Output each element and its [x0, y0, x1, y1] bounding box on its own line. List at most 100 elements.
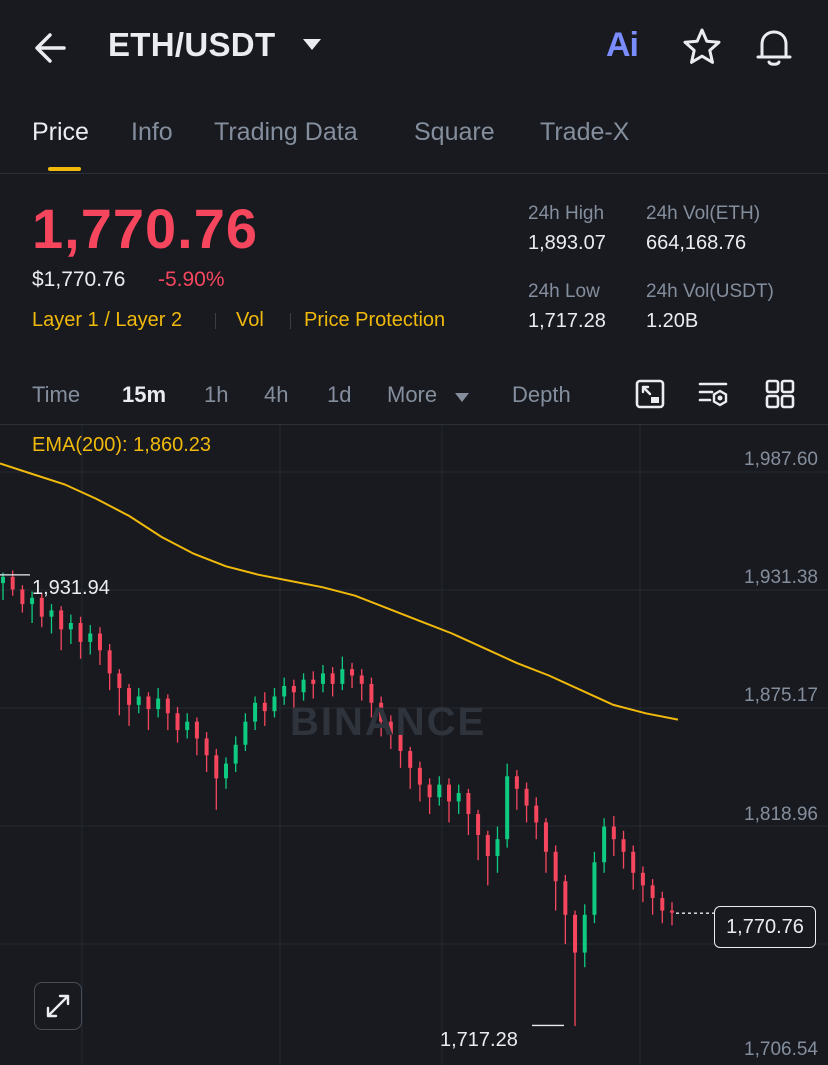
candle-body: [602, 826, 607, 863]
interval-more[interactable]: More: [387, 382, 437, 408]
candle-body: [534, 805, 539, 823]
tag-price-protection[interactable]: Price Protection: [304, 309, 445, 332]
candle-body: [543, 822, 548, 852]
candle-body: [359, 675, 364, 684]
candle-body: [20, 589, 25, 605]
period-high-label: 1,931.94: [32, 577, 110, 599]
layout-grid-icon[interactable]: [764, 378, 796, 415]
ai-assistant-icon[interactable]: Ai: [606, 26, 639, 65]
chevron-down-icon[interactable]: [302, 38, 322, 57]
candle-body: [621, 839, 626, 852]
interval-1d[interactable]: 1d: [327, 382, 351, 408]
current-price-badge[interactable]: 1,770.76: [714, 906, 816, 948]
interval-1h[interactable]: 1h: [204, 382, 228, 408]
candle-body: [68, 622, 73, 630]
stat-vol-eth-label: 24h Vol(ETH): [646, 203, 761, 224]
stat-vol-eth-value: 664,168.76: [646, 232, 747, 254]
tab-trade-x[interactable]: Trade-X: [540, 118, 629, 147]
y-axis-label: 1,875.17: [744, 685, 818, 706]
candle-body: [417, 767, 422, 785]
y-axis-label: 1,931.38: [744, 567, 818, 588]
caret-down-icon[interactable]: [454, 390, 470, 408]
bell-icon[interactable]: [754, 26, 794, 73]
candlestick-chart[interactable]: [0, 425, 828, 1065]
tab-price[interactable]: Price: [32, 118, 89, 147]
star-icon[interactable]: [682, 27, 722, 72]
candle-body: [59, 610, 64, 630]
candle-body: [1, 576, 5, 584]
candle-body: [437, 784, 442, 798]
candle-body: [320, 673, 325, 684]
settings-icon[interactable]: [698, 378, 730, 415]
stat-low-label: 24h Low: [528, 281, 600, 302]
candle-body: [291, 685, 296, 693]
candle-body: [466, 793, 471, 815]
tag-layer[interactable]: Layer 1 / Layer 2: [32, 309, 182, 332]
candle-body: [49, 610, 54, 617]
depth-tab[interactable]: Depth: [512, 382, 571, 408]
candle-body: [127, 688, 132, 705]
candle-body: [640, 872, 645, 886]
candle-body: [156, 698, 161, 710]
divider: [0, 173, 828, 174]
tag-vol[interactable]: Vol: [236, 309, 264, 332]
candle-body: [505, 776, 510, 840]
candle-body: [427, 784, 432, 798]
stat-low-value: 1,717.28: [528, 310, 606, 332]
candle-body: [39, 597, 44, 617]
candle-body: [146, 696, 151, 710]
y-axis-label: 1,987.60: [744, 449, 818, 470]
tab-trading-data[interactable]: Trading Data: [214, 118, 358, 147]
candle-body: [214, 755, 219, 779]
candle-body: [165, 698, 170, 714]
candle-body: [573, 914, 578, 953]
period-low-label: 1,717.28: [440, 1029, 518, 1051]
fullscreen-button[interactable]: [34, 982, 82, 1030]
candle-body: [592, 862, 597, 915]
top-bar: ETH/USDT Ai: [0, 0, 828, 95]
tag-separator: [215, 313, 216, 329]
stat-vol-usdt-label: 24h Vol(USDT): [646, 281, 774, 302]
candle-body: [514, 776, 519, 789]
tab-bar: Price Info Trading Data Square Trade-X: [0, 110, 828, 170]
ema-label: EMA(200): 1,860.23: [32, 434, 211, 456]
candle-body: [553, 851, 558, 882]
indicator-icon[interactable]: [634, 378, 666, 415]
candle-body: [582, 914, 587, 953]
candle-body: [311, 679, 316, 684]
interval-15m[interactable]: 15m: [122, 382, 166, 408]
last-price: 1,770.76: [32, 197, 258, 260]
tab-square[interactable]: Square: [414, 118, 495, 147]
candle-body: [447, 784, 451, 802]
back-arrow-icon[interactable]: [30, 28, 74, 68]
candle-body: [650, 885, 655, 898]
candle-body: [485, 835, 490, 857]
candles: [1, 570, 674, 1027]
candle-body: [262, 702, 267, 712]
candle-body: [10, 576, 15, 590]
active-tab-indicator: [48, 167, 81, 171]
candle-body: [456, 793, 461, 802]
candle-body: [330, 673, 335, 684]
candle-body: [350, 669, 355, 676]
pair-title[interactable]: ETH/USDT: [108, 26, 275, 64]
interval-time[interactable]: Time: [32, 382, 80, 408]
candle-body: [611, 826, 616, 840]
candle-body: [185, 721, 190, 731]
tab-info[interactable]: Info: [131, 118, 173, 147]
candle-body: [660, 897, 665, 911]
candle-body: [136, 696, 141, 705]
tag-separator: [290, 313, 291, 329]
candle-body: [476, 814, 481, 836]
stat-high-label: 24h High: [528, 203, 605, 224]
candle-body: [175, 713, 180, 731]
candle-body: [340, 669, 345, 684]
candle-body: [194, 721, 199, 739]
stat-high-value: 1,893.07: [528, 232, 606, 254]
chart-grid: [0, 425, 828, 1065]
interval-4h[interactable]: 4h: [264, 382, 288, 408]
candle-body: [495, 839, 500, 857]
candle-body: [117, 673, 122, 689]
candle-body: [97, 633, 102, 651]
candle-body: [107, 650, 112, 674]
